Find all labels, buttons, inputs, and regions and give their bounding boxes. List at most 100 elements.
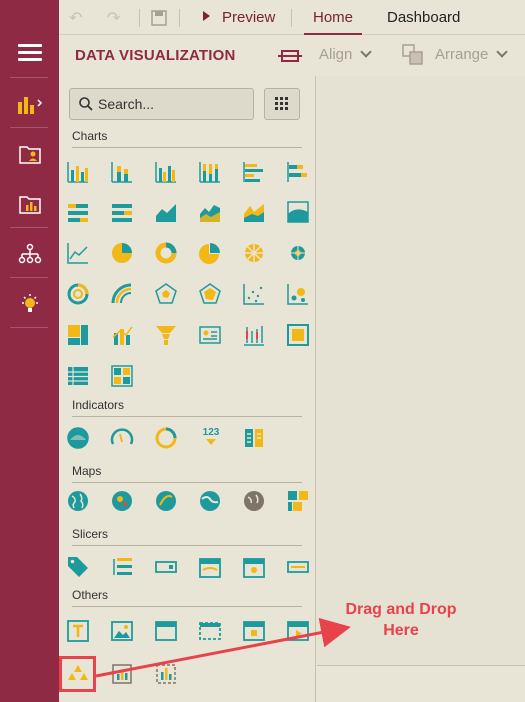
- rail-divider: [10, 127, 48, 128]
- bubble-chart-icon[interactable]: [286, 282, 310, 306]
- rail-ideas-button[interactable]: [0, 284, 59, 324]
- section-divider: [72, 545, 302, 546]
- section-label-indicators: Indicators: [72, 398, 125, 412]
- section-label-maps: Maps: [72, 464, 102, 478]
- undo-icon[interactable]: ↶: [69, 8, 82, 28]
- world-map-icon[interactable]: [66, 489, 90, 513]
- line-chart-icon[interactable]: [66, 241, 90, 265]
- grid-table-icon[interactable]: [66, 364, 90, 388]
- image-widget-icon[interactable]: [110, 619, 134, 643]
- rail-divider: [10, 327, 48, 328]
- polar-chart-icon[interactable]: [154, 282, 178, 306]
- treemap-icon[interactable]: [66, 323, 90, 347]
- stacked-area-chart-icon[interactable]: [198, 200, 222, 224]
- sub-toolbar: DATA VISUALIZATION Align Arrange: [59, 36, 525, 76]
- range-slider-slicer-icon[interactable]: [286, 555, 310, 579]
- grouped-column-chart-icon[interactable]: [154, 160, 178, 184]
- embed-widget-icon[interactable]: [198, 619, 222, 643]
- rail-divider: [10, 227, 48, 228]
- rail-hierarchy-button[interactable]: [0, 234, 59, 274]
- spline-area-chart-icon[interactable]: [286, 200, 310, 224]
- text-widget-icon[interactable]: [66, 619, 90, 643]
- dashboard-canvas[interactable]: [317, 76, 525, 666]
- section-label-others: Others: [72, 588, 109, 602]
- radar-chart-icon[interactable]: [198, 282, 222, 306]
- tab-home[interactable]: Home: [304, 0, 362, 35]
- align-dropdown[interactable]: Align: [319, 46, 373, 63]
- preview-label: Preview: [222, 9, 276, 26]
- pyramid-pie-icon[interactable]: [242, 241, 266, 265]
- full-stacked-bar-icon[interactable]: [110, 200, 134, 224]
- grid-view-button[interactable]: [264, 88, 300, 120]
- list-slicer-icon[interactable]: [110, 555, 134, 579]
- shape-map-icon[interactable]: [286, 489, 310, 513]
- linked-report-widget-icon[interactable]: [154, 662, 178, 686]
- tag-slicer-icon[interactable]: [66, 555, 90, 579]
- section-divider: [72, 606, 302, 607]
- web-page-widget-icon[interactable]: [154, 619, 178, 643]
- rail-dashboards-button[interactable]: [0, 184, 59, 224]
- number-card-icon[interactable]: 123: [198, 427, 224, 451]
- pivot-grid-icon[interactable]: [110, 364, 134, 388]
- search-icon: [79, 97, 93, 111]
- radial-gauge-icon[interactable]: [66, 426, 90, 450]
- column-chart-icon[interactable]: [66, 160, 90, 184]
- marker-map-icon[interactable]: [242, 489, 266, 513]
- grid-icon: [275, 97, 288, 110]
- speedometer-icon[interactable]: [110, 426, 134, 450]
- report-widget-icon[interactable]: [110, 662, 134, 686]
- search-input[interactable]: Search...: [69, 88, 254, 120]
- bubble-map-icon[interactable]: [110, 489, 134, 513]
- sunburst-chart-icon[interactable]: [110, 282, 134, 306]
- navigation-widget-icon[interactable]: [242, 619, 266, 643]
- scatter-chart-icon[interactable]: [242, 282, 266, 306]
- radial-bar-icon[interactable]: [66, 282, 90, 306]
- combination-chart-icon[interactable]: [110, 323, 134, 347]
- full-stacked-column-icon[interactable]: [198, 160, 222, 184]
- chevron-down-icon: [496, 46, 509, 58]
- annotation-line-1: Drag and Drop: [345, 601, 457, 618]
- grouped-bar-chart-icon[interactable]: [66, 200, 90, 224]
- date-picker-slicer-icon[interactable]: [198, 555, 222, 579]
- semi-pie-icon[interactable]: [286, 241, 310, 265]
- play-icon: [203, 11, 210, 21]
- rail-data-sources-button[interactable]: [0, 134, 59, 174]
- bar-chart-icon[interactable]: [242, 160, 266, 184]
- combo-box-slicer-icon[interactable]: [154, 555, 178, 579]
- choropleth-map-icon[interactable]: [198, 489, 222, 513]
- lightbulb-icon: [21, 294, 38, 312]
- bullet-graph-icon[interactable]: [242, 426, 266, 450]
- save-icon[interactable]: [151, 10, 167, 26]
- align-label: Align: [319, 46, 353, 63]
- preview-button[interactable]: Preview: [203, 9, 275, 26]
- container-widget-icon[interactable]: [286, 323, 310, 347]
- stacked-bar-chart-icon[interactable]: [286, 160, 310, 184]
- section-label-charts: Charts: [72, 129, 108, 143]
- flow-map-icon[interactable]: [154, 489, 178, 513]
- date-range-slicer-icon[interactable]: [242, 555, 266, 579]
- section-divider: [72, 482, 302, 483]
- stacked-column-chart-icon[interactable]: [110, 160, 134, 184]
- rail-charts-button[interactable]: [0, 84, 59, 124]
- arrange-icon: [402, 44, 423, 65]
- area-chart-icon[interactable]: [154, 200, 178, 224]
- candlestick-chart-icon[interactable]: [242, 323, 266, 347]
- folder-chart-icon: [18, 196, 41, 214]
- arrange-dropdown[interactable]: Arrange: [435, 46, 509, 63]
- arrange-label: Arrange: [435, 46, 489, 63]
- redo-icon[interactable]: ↷: [107, 8, 120, 28]
- rail-divider: [10, 277, 48, 278]
- video-widget-icon[interactable]: [286, 619, 310, 643]
- pie-chart-icon[interactable]: [110, 241, 134, 265]
- section-label-slicers: Slicers: [72, 527, 109, 541]
- down-arrow-icon: [206, 439, 216, 445]
- exploded-pie-icon[interactable]: [198, 241, 222, 265]
- funnel-chart-icon[interactable]: [154, 323, 178, 347]
- hamburger-menu-icon[interactable]: [0, 32, 59, 72]
- step-area-chart-icon[interactable]: [242, 200, 266, 224]
- number-gauge-icon[interactable]: [154, 426, 178, 450]
- section-divider: [72, 147, 302, 148]
- tab-dashboard[interactable]: Dashboard: [387, 9, 460, 26]
- doughnut-chart-icon[interactable]: [154, 241, 178, 265]
- card-chart-icon[interactable]: [198, 323, 222, 347]
